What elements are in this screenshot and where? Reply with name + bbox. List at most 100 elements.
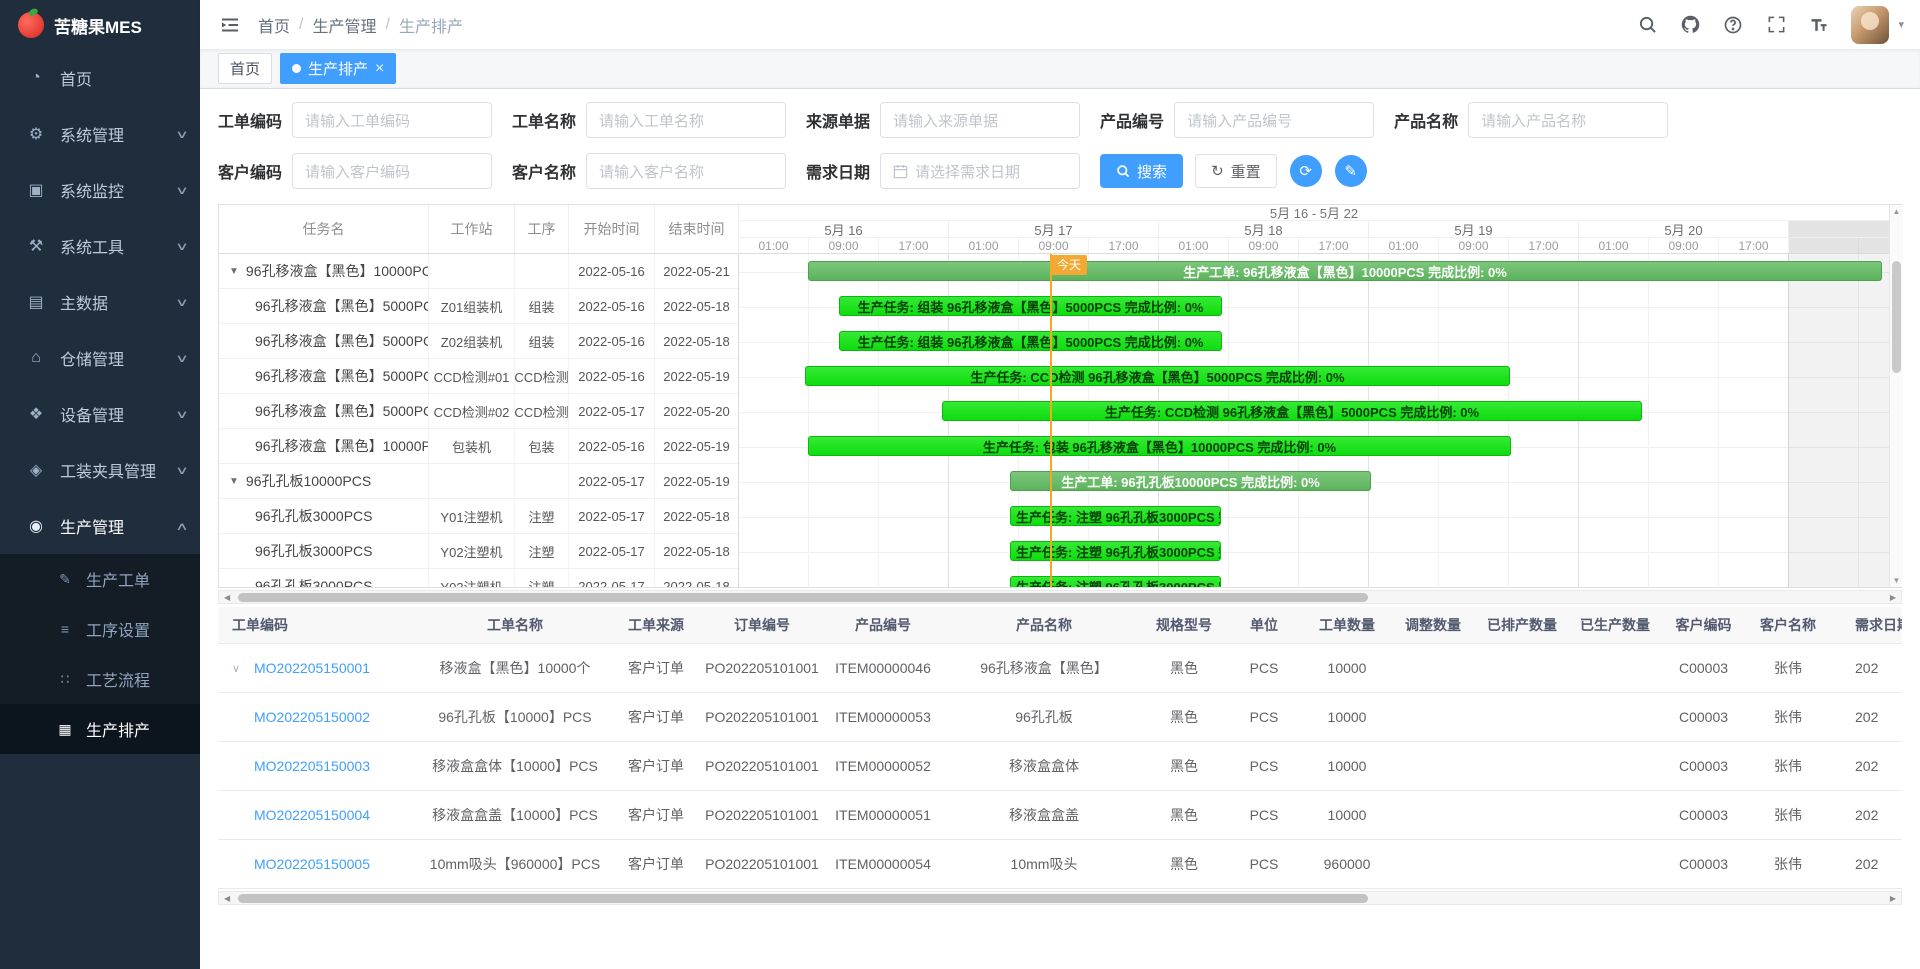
gantt-cell: 2022-05-19 <box>655 464 738 498</box>
sidebar-item-system-monitor[interactable]: ▣系统监控∨ <box>0 162 200 218</box>
orders-cell-item_name: 96孔孔板 <box>944 693 1144 741</box>
font-size-icon[interactable] <box>1808 14 1830 36</box>
gantt-grid-row[interactable]: 96孔移液盒【黑色】5000PCSZ01组装机组装2022-05-162022-… <box>219 289 738 324</box>
sidebar-item-master-data[interactable]: ▤主数据∨ <box>0 274 200 330</box>
sidebar-subitem-work-order[interactable]: ✎生产工单 <box>0 554 200 604</box>
scrollbar-thumb[interactable] <box>1892 261 1901 373</box>
orders-row[interactable]: MO20220515000296孔孔板【10000】PCS客户订单PO20220… <box>218 693 1902 742</box>
filter-input-customer-code[interactable]: 请输入客户编码 <box>292 153 492 189</box>
row-expand-icon[interactable]: ∨ <box>232 662 254 675</box>
filter-input-customer-name[interactable]: 请输入客户名称 <box>586 153 786 189</box>
search-button[interactable]: 搜索 <box>1100 154 1183 188</box>
order-code-link[interactable]: MO202205150004 <box>254 807 370 823</box>
filter-input-source-doc[interactable]: 请输入来源单据 <box>880 102 1080 138</box>
orders-cell-produced <box>1568 644 1662 692</box>
filter-input-product-no[interactable]: 请输入产品编号 <box>1174 102 1374 138</box>
reschedule-button[interactable]: ⟳ <box>1290 155 1322 187</box>
gantt-grid-row[interactable]: 96孔移液盒【黑色】10000PCS包装机包装2022-05-162022-05… <box>219 429 738 464</box>
gantt-grid-row[interactable]: 96孔移液盒【黑色】5000PCSCCD检测#02CCD检测2022-05-17… <box>219 394 738 429</box>
sidebar-item-home[interactable]: ◔首页 <box>0 50 200 106</box>
orders-cell-cust_name: 张伟 <box>1745 840 1831 888</box>
scroll-left-icon[interactable]: ◀ <box>224 894 230 903</box>
scroll-up-icon[interactable]: ▲ <box>1893 207 1901 216</box>
gantt-bar-task[interactable]: 生产任务: 组装 96孔移液盒【黑色】5000PCS 完成比例: 0% <box>839 296 1222 316</box>
sidebar-toggle-icon[interactable] <box>218 13 242 37</box>
sidebar-item-warehouse[interactable]: ⌂仓储管理∨ <box>0 330 200 386</box>
filter-input-demand-date[interactable]: 请选择需求日期 <box>880 153 1080 189</box>
edit-button[interactable]: ✎ <box>1335 155 1367 187</box>
gantt-grid-row[interactable]: ▼96孔移液盒【黑色】10000PCS2022-05-162022-05-21 <box>219 254 738 289</box>
gantt-bar-task[interactable]: 生产任务: 组装 96孔移液盒【黑色】5000PCS 完成比例: 0% <box>839 331 1222 351</box>
scroll-left-icon[interactable]: ◀ <box>224 593 230 602</box>
orders-row[interactable]: MO20220515000510mm吸头【960000】PCS客户订单PO202… <box>218 840 1902 889</box>
gantt-bar-task[interactable]: 生产任务: 注塑 96孔孔板3000PCS 完成比例: 0% <box>1010 576 1221 587</box>
fullscreen-icon[interactable] <box>1765 14 1787 36</box>
gantt-task-name: 96孔孔板3000PCS <box>219 499 429 533</box>
gantt-bar-task[interactable]: 生产任务: 包装 96孔移液盒【黑色】10000PCS 完成比例: 0% <box>808 436 1511 456</box>
gantt-grid-row[interactable]: 96孔移液盒【黑色】5000PCSCCD检测#01CCD检测2022-05-16… <box>219 359 738 394</box>
orders-cell-name: 移液盒【黑色】10000个 <box>420 644 610 692</box>
sidebar-item-fixture[interactable]: ◈工装夹具管理∨ <box>0 442 200 498</box>
breadcrumb-item[interactable]: 首页 <box>258 13 290 37</box>
orders-col-header: 规格型号 <box>1144 607 1224 643</box>
orders-code-cell: ∨MO202205150001 <box>218 644 420 692</box>
scroll-right-icon[interactable]: ▶ <box>1890 894 1896 903</box>
sidebar-item-system-management[interactable]: ⚙系统管理∨ <box>0 106 200 162</box>
orders-cell-order_no: PO202205101001 <box>702 791 822 839</box>
github-icon[interactable] <box>1679 14 1701 36</box>
gantt-bar-task[interactable]: 生产任务: CCD检测 96孔移液盒【黑色】5000PCS 完成比例: 0% <box>942 401 1642 421</box>
search-icon[interactable] <box>1636 14 1658 36</box>
gantt-horizontal-scrollbar[interactable]: ◀ ▶ <box>218 590 1902 604</box>
sidebar-subitem-production-scheduling[interactable]: ▦生产排产 <box>0 704 200 754</box>
gantt-grid-row[interactable]: ▼96孔孔板10000PCS2022-05-172022-05-19 <box>219 464 738 499</box>
help-icon[interactable] <box>1722 14 1744 36</box>
order-code-link[interactable]: MO202205150003 <box>254 758 370 774</box>
sidebar-subitem-process-settings[interactable]: ≡工序设置 <box>0 604 200 654</box>
app-logo[interactable]: 苦糖果MES <box>0 0 200 50</box>
tab-生产排产[interactable]: 生产排产× <box>280 53 396 84</box>
filter-input-work-order-code[interactable]: 请输入工单编码 <box>292 102 492 138</box>
tree-caret-icon[interactable]: ▼ <box>229 266 239 277</box>
gantt-grid-row[interactable]: 96孔孔板3000PCSY02注塑机注塑2022-05-172022-05-18 <box>219 534 738 569</box>
gantt-bar-task[interactable]: 生产任务: 注塑 96孔孔板3000PCS 完成比例: 0% <box>1010 541 1221 561</box>
gantt-grid-row[interactable]: 96孔移液盒【黑色】5000PCSZ02组装机组装2022-05-162022-… <box>219 324 738 359</box>
scroll-down-icon[interactable]: ▼ <box>1893 576 1901 585</box>
gantt-bar-task[interactable]: 生产任务: CCD检测 96孔移液盒【黑色】5000PCS 完成比例: 0% <box>805 366 1510 386</box>
orders-horizontal-scrollbar[interactable]: ◀ ▶ <box>218 891 1902 905</box>
breadcrumb-item[interactable]: 生产管理 <box>312 13 376 37</box>
avatar[interactable] <box>1851 6 1889 44</box>
today-badge: 今天 <box>1051 255 1087 275</box>
tree-caret-icon[interactable]: ▼ <box>229 476 239 487</box>
chevron-down-icon: ∨ <box>175 184 189 197</box>
gantt-bar-order[interactable]: 生产工单: 96孔孔板10000PCS 完成比例: 0% <box>1010 471 1371 491</box>
sidebar-item-equipment[interactable]: ❖设备管理∨ <box>0 386 200 442</box>
filter-input-product-name[interactable]: 请输入产品名称 <box>1468 102 1668 138</box>
order-code-link[interactable]: MO202205150001 <box>254 660 370 676</box>
scrollbar-thumb[interactable] <box>238 894 1368 903</box>
scroll-right-icon[interactable]: ▶ <box>1890 593 1896 602</box>
sidebar-item-label: 设备管理 <box>60 402 178 426</box>
sidebar-item-production[interactable]: ◉生产管理∧ <box>0 498 200 554</box>
orders-code-cell: MO202205150004 <box>218 791 420 839</box>
avatar-caret-icon[interactable]: ▾ <box>1898 18 1904 31</box>
orders-row[interactable]: MO202205150003移液盒盒体【10000】PCS客户订单PO20220… <box>218 742 1902 791</box>
reset-button[interactable]: ↻ 重置 <box>1195 154 1277 188</box>
gantt-grid-row[interactable]: 96孔孔板3000PCSY01注塑机注塑2022-05-172022-05-18 <box>219 499 738 534</box>
sidebar-subitem-process-flow[interactable]: ∷工艺流程 <box>0 654 200 704</box>
scrollbar-thumb[interactable] <box>238 593 1368 602</box>
sidebar-item-system-tools[interactable]: ⚒系统工具∨ <box>0 218 200 274</box>
orders-row[interactable]: MO202205150004移液盒盒盖【10000】PCS客户订单PO20220… <box>218 791 1902 840</box>
gantt-vertical-scrollbar[interactable]: ▲ ▼ <box>1889 205 1903 587</box>
orders-row[interactable]: ∨MO202205150001移液盒【黑色】10000个客户订单PO202205… <box>218 644 1902 693</box>
gantt-grid-row[interactable]: 96孔孔板3000PCSY03注塑机注塑2022-05-172022-05-18 <box>219 569 738 587</box>
gantt-timeline[interactable]: 5月 16 - 5月 22 5月 165月 175月 185月 195月 20 … <box>739 205 1889 587</box>
order-code-link[interactable]: MO202205150005 <box>254 856 370 872</box>
orders-cell-item_name: 96孔移液盒【黑色】 <box>944 644 1144 692</box>
order-code-link[interactable]: MO202205150002 <box>254 709 370 725</box>
tab-首页[interactable]: 首页 <box>218 53 272 84</box>
filter-input-work-order-name[interactable]: 请输入工单名称 <box>586 102 786 138</box>
close-icon[interactable]: × <box>375 61 384 77</box>
orders-code-cell: MO202205150005 <box>218 840 420 888</box>
gantt-bar-order[interactable]: 生产工单: 96孔移液盒【黑色】10000PCS 完成比例: 0% <box>808 261 1882 281</box>
gantt-bar-task[interactable]: 生产任务: 注塑 96孔孔板3000PCS 完成比例: 0% <box>1010 506 1221 526</box>
